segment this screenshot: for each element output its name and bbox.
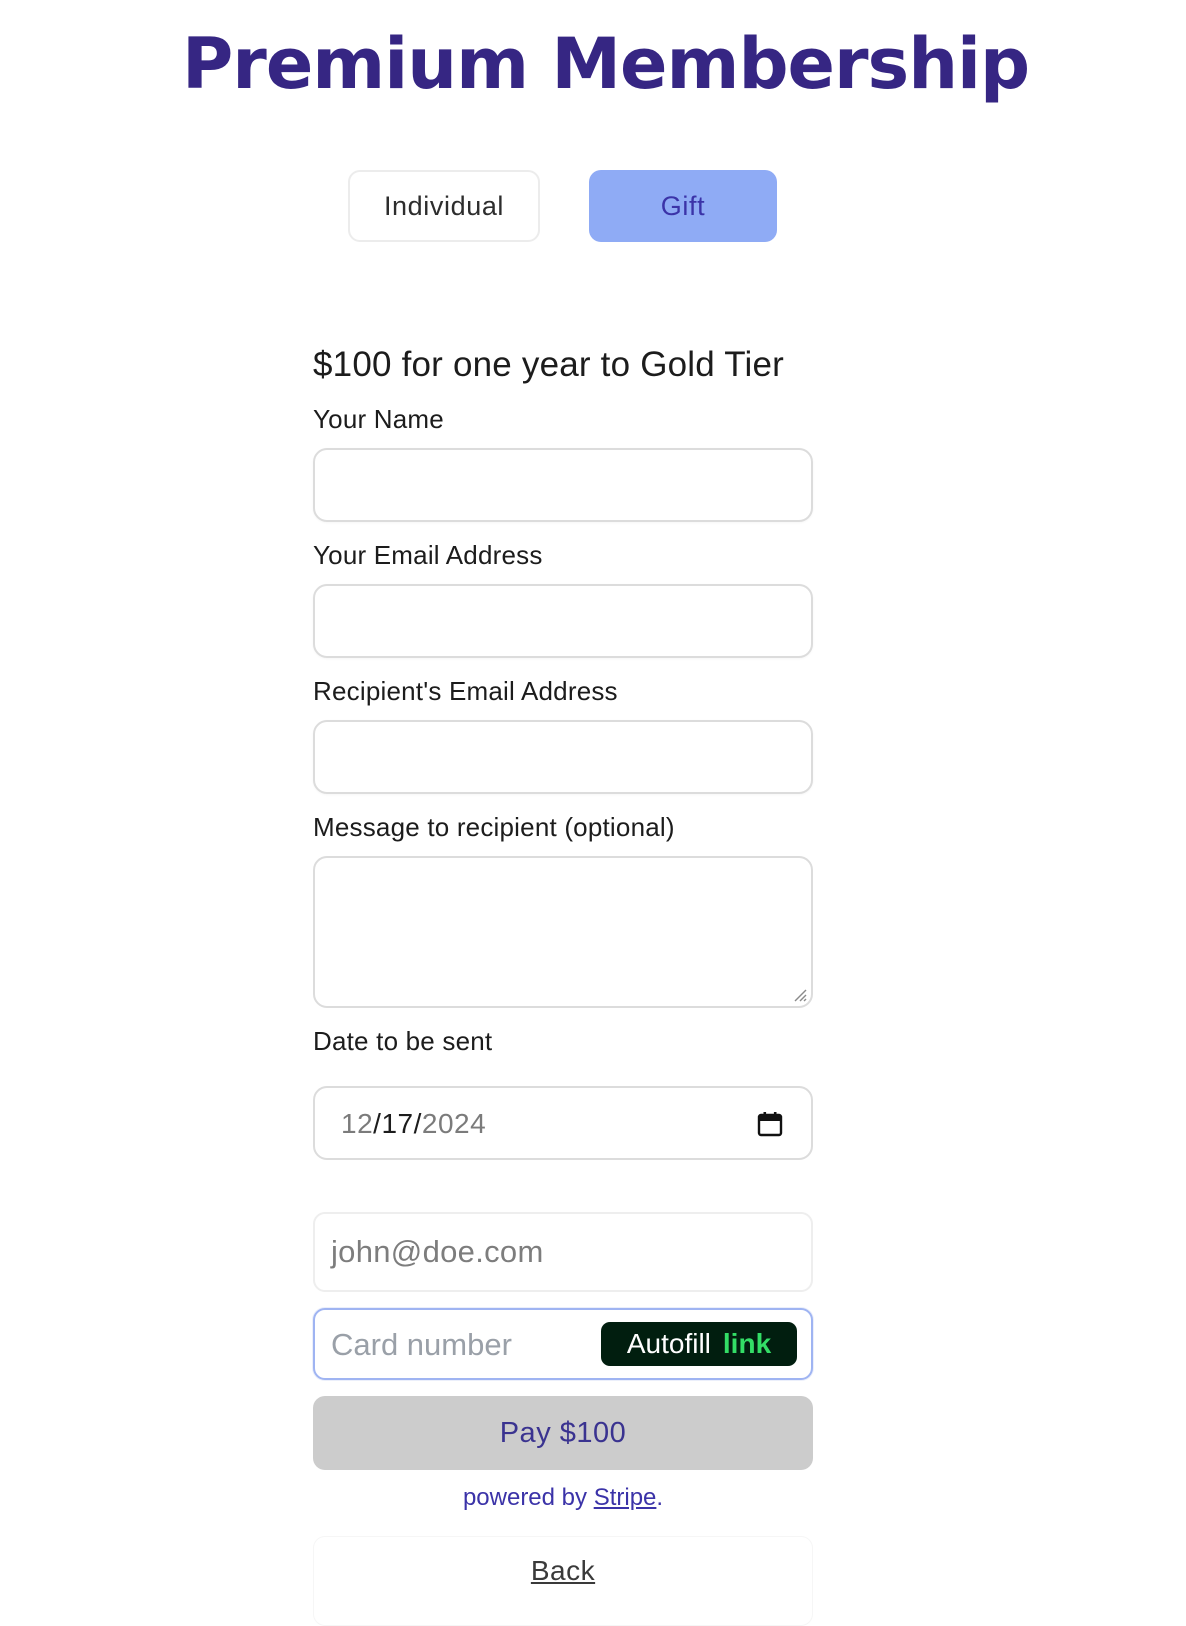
tab-gift[interactable]: Gift [589,170,777,242]
date-day: 17 [381,1108,414,1139]
your-name-input[interactable] [313,448,813,522]
back-link[interactable]: Back [313,1555,813,1587]
powered-by-stripe: powered by Stripe. [313,1484,813,1512]
link-logo: link [722,1328,772,1359]
date-label: Date to be sent [313,1026,493,1056]
powered-by-prefix: powered by [462,1484,588,1511]
powered-by-suffix: . [656,1484,664,1511]
date-month: 12 [341,1108,374,1139]
pay-button[interactable]: Pay $100 [313,1396,813,1470]
autofill-label: Autofill [626,1328,711,1359]
recipient-email-input[interactable] [313,720,813,794]
date-value: 12/17/2024 [341,1108,487,1139]
page-title: Premium Membership [182,23,1030,105]
card-number-input[interactable]: Card number Autofill link [313,1308,813,1380]
recipient-email-label: Recipient's Email Address [313,676,618,706]
message-label: Message to recipient (optional) [313,812,675,842]
plan-description: $100 for one year to Gold Tier [313,345,784,384]
stripe-link[interactable]: Stripe [594,1484,657,1511]
message-textarea[interactable] [313,856,813,1008]
your-email-label: Your Email Address [313,540,543,570]
calendar-icon[interactable] [757,1111,783,1137]
stripe-email-placeholder: john@doe.com [331,1234,544,1269]
card-number-placeholder: Card number [331,1327,512,1362]
stripe-email-input[interactable]: john@doe.com [313,1212,813,1292]
your-name-label: Your Name [313,404,444,434]
resize-handle-icon[interactable] [791,986,807,1002]
send-date-input[interactable]: 12/17/2024 [313,1086,813,1160]
date-year: 2024 [421,1108,487,1139]
autofill-link-button[interactable]: Autofill link [601,1322,797,1366]
tab-individual[interactable]: Individual [348,170,540,242]
your-email-input[interactable] [313,584,813,658]
